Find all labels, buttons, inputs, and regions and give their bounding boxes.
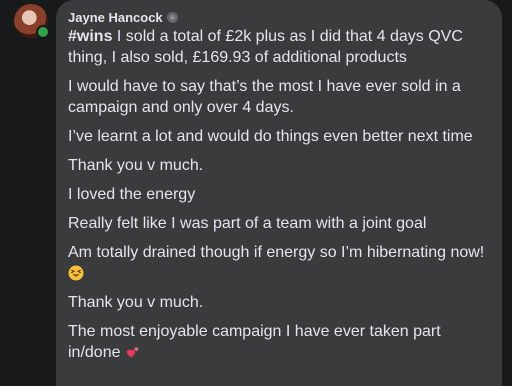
comment-paragraph: Thank you v much. [68,157,204,174]
top-fan-badge-icon[interactable] [166,11,178,23]
comment-paragraph: #wins I sold a total of £2k plus as I di… [68,26,490,68]
comment-paragraph: Thank you v much. [68,294,204,311]
comment-header: Jayne Hancock [68,8,490,26]
comment-paragraph: Am totally drained though if energy so I… [68,242,490,284]
paragraph-text: The most enjoyable campaign I have ever … [68,323,441,361]
hashtag-link[interactable]: #wins [68,28,112,45]
comment-paragraph: The most enjoyable campaign I have ever … [68,321,490,363]
squinting-tongue-emoji-icon [68,265,84,281]
comment-thread: Jayne Hancock #wins I sold a total of £2… [0,0,512,386]
avatar[interactable] [14,4,50,39]
comment-bubble: Jayne Hancock #wins I sold a total of £2… [56,0,502,386]
comment-paragraph: Really felt like I was part of a team wi… [68,215,427,232]
online-status-dot [36,25,50,39]
author-name[interactable]: Jayne Hancock [68,10,163,25]
paragraph-text: I sold a total of £2k plus as I did that… [68,28,463,66]
paragraph-text: Am totally drained though if energy so I… [68,244,485,261]
comment-paragraph: I’ve learnt a lot and would do things ev… [68,128,473,145]
comment-paragraph: I would have to say that’s the most I ha… [68,78,461,116]
comment-paragraph: I loved the energy [68,186,196,203]
two-hearts-emoji-icon [126,347,139,358]
